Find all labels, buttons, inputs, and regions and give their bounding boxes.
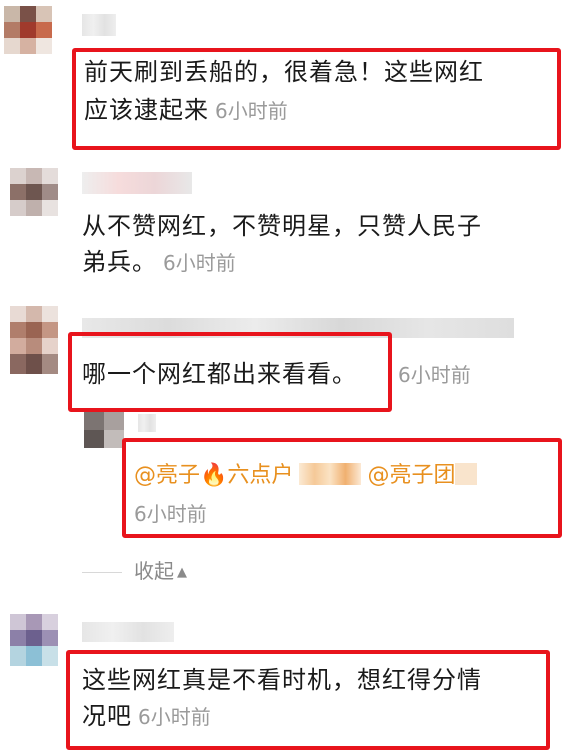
- avatar[interactable]: [10, 614, 58, 666]
- timestamp: 6小时前: [163, 251, 236, 275]
- blurred-name: [455, 463, 478, 485]
- comment-text-line2: 弟兵。: [82, 248, 157, 276]
- blurred-name: [299, 463, 362, 485]
- mention-link[interactable]: @亮子: [134, 463, 200, 488]
- collapse-label: 收起: [134, 559, 174, 583]
- comment-text: 弟兵。 6小时前: [82, 240, 236, 285]
- comment-text: 应该逮起来 6小时前: [84, 88, 288, 133]
- timestamp: 6小时前: [398, 363, 471, 387]
- avatar[interactable]: [10, 168, 58, 216]
- comment-text-line1: 哪一个网红都出来看看。: [82, 360, 357, 388]
- mention-link[interactable]: @亮子团: [367, 463, 455, 488]
- username[interactable]: [138, 414, 156, 432]
- comment-text: 况吧 6小时前: [82, 694, 211, 739]
- username[interactable]: [82, 14, 116, 36]
- username[interactable]: [82, 172, 192, 194]
- caret-up-icon: ▲: [177, 565, 187, 580]
- timestamp: 6小时前: [215, 99, 288, 123]
- divider: [82, 572, 122, 573]
- comment-text: 哪一个网红都出来看看。: [82, 352, 357, 396]
- username[interactable]: [82, 622, 174, 642]
- avatar[interactable]: [4, 6, 52, 54]
- mention-link[interactable]: 六点户: [227, 463, 293, 488]
- avatar[interactable]: [84, 412, 124, 448]
- comment-text-line2: 应该逮起来: [84, 96, 209, 124]
- avatar[interactable]: [10, 306, 58, 374]
- comment-text-line2: 况吧: [82, 702, 132, 730]
- timestamp: 6小时前: [138, 705, 211, 729]
- reply-mentions: @亮子🔥六点户 @亮子团: [134, 458, 478, 494]
- timestamp: 6小时前: [134, 502, 207, 526]
- collapse-button[interactable]: 收起 ▲: [134, 556, 187, 588]
- fire-icon: 🔥: [200, 463, 228, 488]
